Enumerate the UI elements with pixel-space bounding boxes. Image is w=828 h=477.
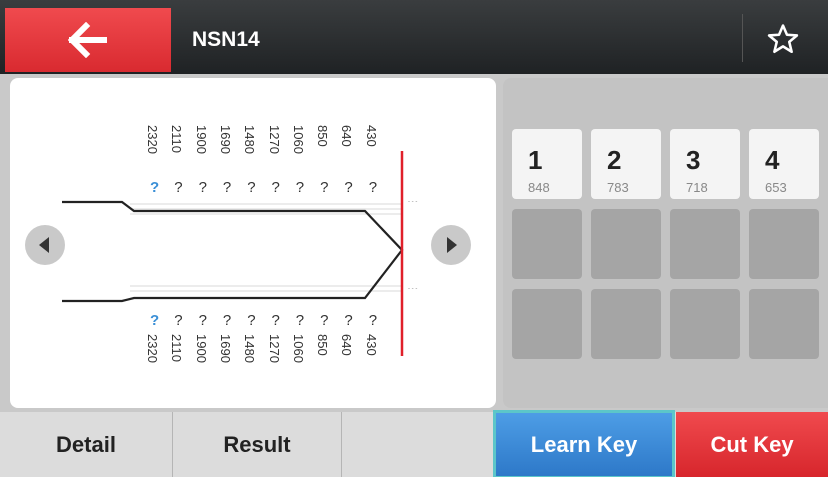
depth-label: 640 [339, 125, 355, 147]
cut-value: ? [150, 179, 160, 196]
depth-label: 1480 [242, 334, 258, 363]
tile-number: 2 [607, 145, 622, 175]
tile-value: 848 [528, 180, 550, 195]
depth-label: 1270 [266, 125, 282, 154]
svg-text:- - -: - - - [408, 199, 417, 205]
cut-value: ? [222, 179, 232, 196]
cut-value: ? [247, 312, 256, 329]
empty-tile[interactable] [749, 289, 819, 359]
empty-tile[interactable] [670, 289, 740, 359]
empty-tile[interactable] [591, 289, 661, 359]
cut-value: ? [247, 179, 256, 196]
cut-value: ? [271, 179, 280, 196]
depth-label: 2320 [145, 334, 160, 363]
tile-number: 1 [528, 145, 543, 175]
header-divider [742, 14, 743, 62]
result-tile[interactable]: 4 653 [749, 129, 819, 199]
svg-text:- - -: - - - [408, 286, 417, 292]
previous-button[interactable] [25, 225, 65, 265]
tile-number: 4 [765, 145, 780, 175]
depth-label: 2320 [145, 125, 160, 154]
cut-value: ? [174, 179, 183, 196]
bottom-divider [341, 412, 342, 477]
result-tile[interactable]: 1 848 [512, 129, 582, 199]
depth-label: 1900 [193, 334, 209, 363]
tile-value: 718 [686, 180, 708, 195]
depth-label: 850 [315, 125, 331, 147]
header-bar: NSN14 [0, 0, 828, 74]
tile-number: 3 [686, 145, 701, 175]
arrow-left-icon [68, 22, 107, 58]
depth-label: 1690 [217, 125, 233, 154]
cut-value: ? [198, 312, 207, 329]
depth-label: 2110 [169, 334, 185, 362]
cut-value: ? [368, 179, 378, 196]
depth-label: 1690 [217, 334, 233, 363]
tile-value: 783 [607, 180, 629, 195]
depth-label: 1060 [290, 334, 306, 363]
cut-value: ? [320, 312, 329, 329]
cut-value: ? [174, 312, 183, 329]
cut-value: ? [295, 179, 305, 196]
empty-tile[interactable] [591, 209, 661, 279]
back-button[interactable] [5, 8, 171, 72]
depth-label: 1060 [290, 125, 306, 154]
empty-tile[interactable] [512, 209, 582, 279]
depth-label: 1480 [242, 125, 258, 154]
depth-label: 430 [363, 125, 379, 147]
depth-label: 430 [363, 334, 379, 356]
detail-button[interactable]: Detail [0, 412, 172, 477]
depth-label: 640 [339, 334, 355, 356]
empty-tile[interactable] [512, 289, 582, 359]
key-diagram-panel: - - - - - - 2320 2110 1900 1690 1480 1270 1060… [10, 78, 496, 408]
favorite-button[interactable] [766, 22, 800, 56]
empty-tile[interactable] [749, 209, 819, 279]
cut-value: ? [368, 312, 378, 329]
cut-value: ? [271, 312, 280, 329]
depth-label: 1270 [266, 334, 282, 363]
result-tile[interactable]: 3 718 [670, 129, 740, 199]
cut-value: ? [344, 179, 353, 196]
learn-key-button[interactable]: Learn Key [493, 410, 675, 477]
page-title: NSN14 [192, 28, 260, 51]
result-grid: 1 848 2 783 3 718 4 653 [503, 78, 828, 408]
result-tile[interactable]: 2 783 [591, 129, 661, 199]
triangle-left-icon [39, 237, 49, 253]
cut-value: ? [344, 312, 353, 329]
cut-value: ? [198, 179, 207, 196]
empty-tile[interactable] [670, 209, 740, 279]
triangle-right-icon [447, 237, 457, 253]
cut-key-button[interactable]: Cut Key [676, 412, 828, 477]
cut-value: ? [295, 312, 305, 329]
cut-value: ? [222, 312, 232, 329]
depth-label: 850 [315, 334, 331, 356]
tile-value: 653 [765, 180, 787, 195]
next-button[interactable] [431, 225, 471, 265]
star-outline-icon [767, 24, 799, 54]
cut-value: ? [150, 312, 160, 329]
depth-label: 1900 [193, 125, 209, 154]
result-button[interactable]: Result [173, 412, 341, 477]
depth-label: 2110 [169, 125, 185, 153]
cut-value: ? [320, 179, 329, 196]
